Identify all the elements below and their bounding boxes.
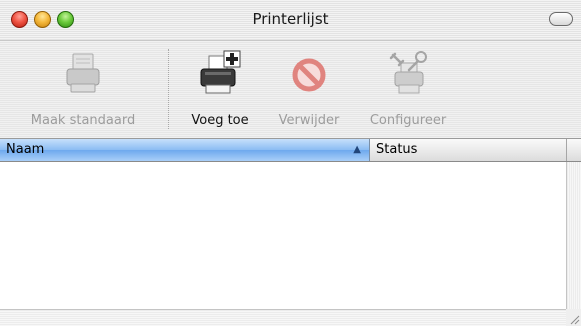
- printer-default-icon: [66, 53, 100, 93]
- horizontal-scrollbar[interactable]: [0, 309, 566, 326]
- delete-prohibited-icon: [292, 58, 326, 92]
- toolbar: Maak standaard Voeg toe Verwijder Config…: [0, 41, 581, 139]
- vertical-scrollbar[interactable]: [566, 162, 581, 309]
- make-default-button[interactable]: Maak standaard: [18, 49, 148, 128]
- configure-printer-label: Configureer: [369, 113, 447, 128]
- printer-configure-icon: [389, 51, 427, 94]
- make-default-label: Maak standaard: [30, 113, 136, 128]
- column-name-label: Naam: [6, 142, 45, 157]
- printer-list[interactable]: [0, 162, 566, 326]
- printer-list-window: Printerlijst Maak standaard Voeg toe Ver…: [0, 0, 581, 326]
- configure-printer-button[interactable]: Configureer: [358, 49, 458, 128]
- resize-grip[interactable]: [566, 309, 581, 326]
- column-header-name[interactable]: Naam ▲: [0, 139, 370, 161]
- add-printer-label: Voeg toe: [191, 113, 249, 128]
- title-bar[interactable]: Printerlijst: [0, 0, 581, 41]
- resize-grip-icon: [570, 315, 580, 325]
- column-status-label: Status: [376, 142, 418, 157]
- printer-add-icon: [200, 50, 241, 94]
- delete-printer-button[interactable]: Verwijder: [270, 49, 348, 128]
- column-header-bar: Naam ▲ Status: [0, 139, 581, 162]
- toolbar-toggle-button[interactable]: [549, 12, 573, 26]
- add-printer-button[interactable]: Voeg toe: [180, 49, 260, 128]
- window-title: Printerlijst: [252, 10, 329, 28]
- toolbar-separator: [168, 49, 169, 129]
- delete-printer-label: Verwijder: [278, 113, 340, 128]
- sort-ascending-icon: ▲: [353, 144, 361, 155]
- column-header-status[interactable]: Status: [370, 139, 567, 161]
